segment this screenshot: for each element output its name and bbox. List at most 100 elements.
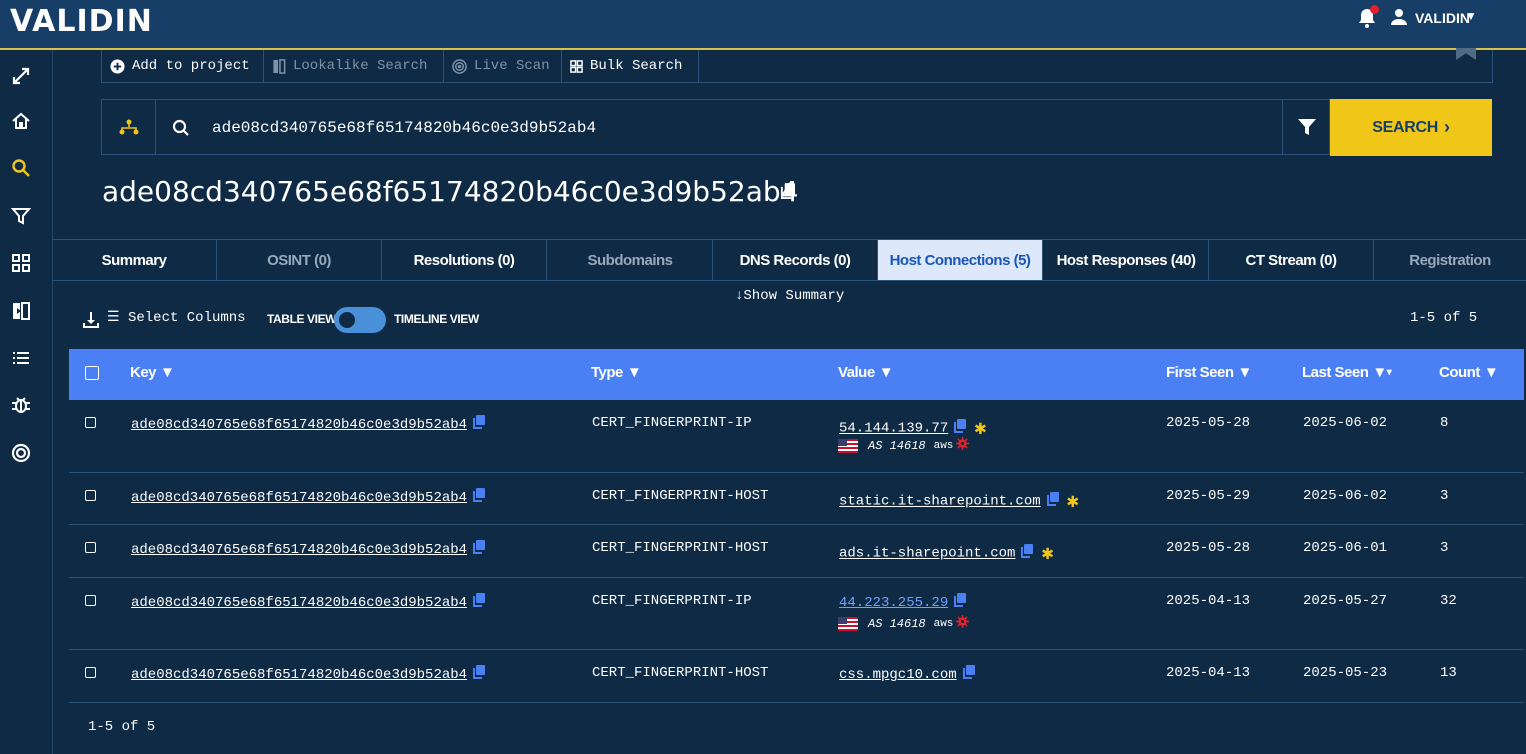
action-bar: Add to project Lookalike Search Live Sca… xyxy=(101,50,1493,83)
value-link[interactable]: css.mpgc10.com xyxy=(839,667,957,683)
show-summary-toggle[interactable]: ↓Show Summary xyxy=(735,288,844,304)
row-checkbox[interactable] xyxy=(85,542,96,553)
copy-icon[interactable] xyxy=(954,593,967,612)
filter-icon[interactable]: ▼ xyxy=(1484,364,1499,381)
search-icon xyxy=(172,119,190,142)
pivot-graph-icon[interactable] xyxy=(102,100,156,154)
ip-metadata: AS 14618 aws xyxy=(838,437,970,454)
search-box xyxy=(101,99,1330,155)
table-row[interactable]: ade08cd340765e68f65174820b46c0e3d9b52ab4… xyxy=(69,578,1524,650)
copy-icon[interactable] xyxy=(1021,543,1034,563)
tab-subdomains[interactable]: Subdomains xyxy=(548,240,713,280)
table-row[interactable]: ade08cd340765e68f65174820b46c0e3d9b52ab4… xyxy=(69,400,1524,473)
row-checkbox[interactable] xyxy=(85,417,96,428)
home-icon[interactable] xyxy=(10,110,32,132)
column-header-key[interactable]: Key ▼ xyxy=(130,364,175,381)
star-icon[interactable]: ✱ xyxy=(974,418,986,441)
star-icon[interactable]: ✱ xyxy=(1067,491,1079,514)
value-link[interactable]: static.it-sharepoint.com xyxy=(839,494,1041,510)
add-to-project-button[interactable]: Add to project xyxy=(102,50,264,82)
table-row[interactable]: ade08cd340765e68f65174820b46c0e3d9b52ab4… xyxy=(69,473,1524,525)
value-link[interactable]: 44.223.255.29 xyxy=(839,595,948,611)
row-checkbox[interactable] xyxy=(85,490,96,501)
value-link[interactable]: 54.144.139.77 xyxy=(839,421,948,437)
filter-icon[interactable] xyxy=(10,205,32,227)
filter-icon[interactable]: ▼ xyxy=(1238,364,1253,381)
lookalike-search-button[interactable]: Lookalike Search xyxy=(264,50,444,82)
copy-icon[interactable] xyxy=(1046,491,1059,511)
copy-icon[interactable] xyxy=(473,665,486,684)
tab-osint[interactable]: OSINT (0) xyxy=(217,240,382,280)
bulk-search-button[interactable]: Bulk Search xyxy=(562,50,699,82)
gear-icon[interactable] xyxy=(956,437,970,454)
user-icon[interactable] xyxy=(1390,8,1408,31)
column-header-type[interactable]: Type ▼ xyxy=(591,364,642,381)
filter-icon[interactable]: ▼ xyxy=(627,364,642,381)
tab-ct-stream[interactable]: CT Stream (0) xyxy=(1209,240,1374,280)
compare-icon[interactable] xyxy=(10,300,32,322)
toggle-knob xyxy=(339,312,355,328)
copy-icon[interactable] xyxy=(962,665,975,684)
select-columns-button[interactable]: ☰ Select Columns xyxy=(107,309,246,326)
table-row[interactable]: ade08cd340765e68f65174820b46c0e3d9b52ab4… xyxy=(69,650,1524,703)
copy-icon[interactable] xyxy=(954,418,967,438)
dashboard-grid-icon[interactable] xyxy=(10,252,32,274)
validin-logo[interactable]: VALIDIN xyxy=(10,4,153,39)
column-header-value[interactable]: Value ▼ xyxy=(838,364,894,381)
search-input[interactable] xyxy=(210,110,1274,146)
expand-icon[interactable] xyxy=(10,65,32,87)
select-all-checkbox[interactable] xyxy=(85,366,99,380)
copy-icon[interactable] xyxy=(473,540,486,559)
type-cell: CERT_FINGERPRINT-IP xyxy=(592,415,752,431)
filter-icon[interactable]: ▼ xyxy=(1372,364,1387,381)
show-summary-label: Show Summary xyxy=(743,288,845,304)
type-cell: CERT_FINGERPRINT-IP xyxy=(592,593,752,609)
search-button[interactable]: SEARCH › xyxy=(1330,99,1492,156)
target-icon[interactable] xyxy=(10,442,32,464)
user-menu-label[interactable]: VALIDIN xyxy=(1415,10,1470,26)
filter-icon[interactable]: ▼ xyxy=(879,364,894,381)
tab-host-responses[interactable]: Host Responses (40) xyxy=(1044,240,1209,280)
column-header-count[interactable]: Count ▼ xyxy=(1439,364,1499,381)
copy-icon[interactable] xyxy=(473,415,486,434)
key-link[interactable]: ade08cd340765e68f65174820b46c0e3d9b52ab4 xyxy=(131,542,467,558)
notification-bell-icon[interactable] xyxy=(1358,5,1379,28)
key-link[interactable]: ade08cd340765e68f65174820b46c0e3d9b52ab4 xyxy=(131,417,467,433)
tab-resolutions[interactable]: Resolutions (0) xyxy=(382,240,547,280)
search-filter-icon[interactable] xyxy=(1282,100,1331,154)
timeline-view-label[interactable]: TIMELINE VIEW xyxy=(394,312,479,326)
column-header-first-seen[interactable]: First Seen ▼ xyxy=(1166,364,1252,381)
copy-icon[interactable] xyxy=(473,488,486,507)
asn-label[interactable]: AS 14618 xyxy=(868,617,926,631)
row-checkbox[interactable] xyxy=(85,667,96,678)
value-link[interactable]: ads.it-sharepoint.com xyxy=(839,546,1015,562)
view-toggle[interactable] xyxy=(334,307,386,333)
copy-icon[interactable] xyxy=(780,183,795,205)
last-seen-cell: 2025-06-01 xyxy=(1303,540,1388,556)
search-icon[interactable] xyxy=(10,157,32,179)
bug-icon[interactable] xyxy=(10,394,32,416)
tab-host-connections[interactable]: Host Connections (5) xyxy=(878,240,1043,280)
column-header-last-seen[interactable]: Last Seen ▼ ▾ xyxy=(1302,364,1392,381)
key-link[interactable]: ade08cd340765e68f65174820b46c0e3d9b52ab4 xyxy=(131,667,467,683)
live-scan-button[interactable]: Live Scan xyxy=(444,50,562,82)
copy-icon[interactable] xyxy=(473,593,486,612)
tab-dns-records[interactable]: DNS Records (0) xyxy=(713,240,878,280)
list-icon[interactable] xyxy=(10,347,32,369)
tab-summary[interactable]: Summary xyxy=(52,240,217,280)
type-cell: CERT_FINGERPRINT-HOST xyxy=(592,488,769,504)
gear-icon[interactable] xyxy=(956,615,970,632)
key-link[interactable]: ade08cd340765e68f65174820b46c0e3d9b52ab4 xyxy=(131,490,467,506)
filter-icon[interactable]: ▼ xyxy=(160,364,175,381)
sort-desc-icon[interactable]: ▾ xyxy=(1387,367,1392,378)
key-link[interactable]: ade08cd340765e68f65174820b46c0e3d9b52ab4 xyxy=(131,595,467,611)
first-seen-cell: 2025-04-13 xyxy=(1166,593,1251,609)
star-icon[interactable]: ✱ xyxy=(1041,543,1053,566)
table-view-label[interactable]: TABLE VIEW xyxy=(267,312,337,326)
download-icon[interactable] xyxy=(82,311,100,334)
asn-label[interactable]: AS 14618 xyxy=(868,439,926,453)
table-row[interactable]: ade08cd340765e68f65174820b46c0e3d9b52ab4… xyxy=(69,525,1524,578)
row-checkbox[interactable] xyxy=(85,595,96,606)
chevron-down-icon[interactable]: ▼ xyxy=(1465,9,1477,23)
tab-registration[interactable]: Registration xyxy=(1374,240,1526,280)
